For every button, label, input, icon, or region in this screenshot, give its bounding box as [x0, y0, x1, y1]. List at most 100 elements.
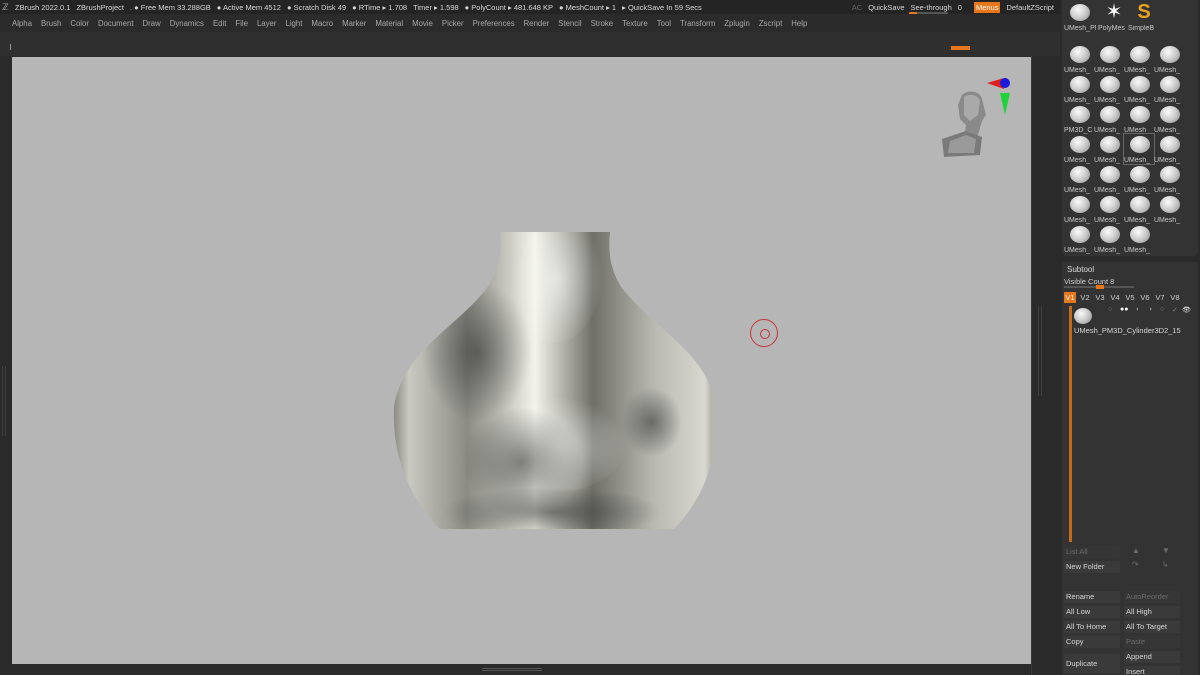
blend-icon[interactable]: ◑: [1148, 306, 1152, 313]
subtool-title[interactable]: Subtool: [1067, 265, 1094, 274]
shelf-handle[interactable]: [951, 46, 970, 50]
visible-count-knob[interactable]: [1096, 285, 1104, 289]
library-tile[interactable]: UMesh_: [1094, 74, 1124, 104]
lock-icon[interactable]: ○: [1160, 306, 1164, 313]
library-tile[interactable]: UMesh_: [1094, 224, 1124, 254]
vase-mesh[interactable]: [382, 232, 712, 532]
menu-document[interactable]: Document: [98, 19, 134, 28]
library-tile[interactable]: UMesh_: [1124, 104, 1154, 134]
bottom-tray-handle[interactable]: [482, 668, 542, 671]
library-tile[interactable]: UMesh_: [1154, 134, 1184, 164]
default-zscript[interactable]: DefaultZScript: [1006, 3, 1054, 12]
menu-draw[interactable]: Draw: [143, 19, 161, 28]
menu-zplugin[interactable]: Zplugin: [724, 19, 750, 28]
version-v7[interactable]: V7: [1154, 292, 1166, 303]
library-tile[interactable]: UMesh_PM3D_C: [1064, 2, 1096, 32]
paste-button[interactable]: Paste: [1124, 636, 1180, 648]
duplicate-button[interactable]: Duplicate: [1064, 654, 1120, 673]
version-v6[interactable]: V6: [1139, 292, 1151, 303]
arrow-redo-icon[interactable]: ↷: [1132, 560, 1139, 569]
library-tile[interactable]: UMesh_: [1064, 134, 1094, 164]
all-to-target-button[interactable]: All To Target: [1124, 621, 1180, 633]
all-to-home-button[interactable]: All To Home: [1064, 621, 1120, 633]
library-tile[interactable]: UMesh_: [1064, 44, 1094, 74]
menu-stencil[interactable]: Stencil: [558, 19, 581, 28]
see-through-slider[interactable]: See-through: [908, 3, 952, 15]
library-tile[interactable]: UMesh_: [1124, 74, 1154, 104]
menu-picker[interactable]: Picker: [442, 19, 464, 28]
insert-button[interactable]: Insert: [1124, 666, 1180, 675]
version-v4[interactable]: V4: [1109, 292, 1121, 303]
library-tile[interactable]: UMesh_: [1064, 194, 1094, 224]
library-tile[interactable]: UMesh_: [1094, 44, 1124, 74]
menu-help[interactable]: Help: [791, 19, 807, 28]
all-low-button[interactable]: All Low: [1064, 606, 1120, 618]
menu-transform[interactable]: Transform: [680, 19, 715, 28]
library-tile[interactable]: UMesh_: [1124, 44, 1154, 74]
menu-macro[interactable]: Macro: [311, 19, 333, 28]
append-button[interactable]: Append: [1124, 651, 1180, 663]
menu-stroke[interactable]: Stroke: [591, 19, 614, 28]
navigation-gizmo-icon[interactable]: [942, 75, 1017, 160]
version-v5[interactable]: V5: [1124, 292, 1136, 303]
menu-brush[interactable]: Brush: [41, 19, 61, 28]
library-tile[interactable]: UMesh_: [1154, 104, 1184, 134]
menu-alpha[interactable]: Alpha: [12, 19, 32, 28]
library-tile[interactable]: UMesh_: [1094, 134, 1124, 164]
version-v3[interactable]: V3: [1094, 292, 1106, 303]
eye-icon[interactable]: 👁: [1182, 306, 1191, 314]
library-tile[interactable]: ✶ PolyMes: [1098, 2, 1128, 32]
version-v8[interactable]: V8: [1169, 292, 1181, 303]
menu-file[interactable]: File: [235, 19, 248, 28]
subtool-list-scrollbar[interactable]: [1069, 306, 1072, 542]
menu-material[interactable]: Material: [375, 19, 403, 28]
arrow-up-icon[interactable]: ▲: [1132, 546, 1140, 555]
document-canvas[interactable]: [12, 57, 1031, 664]
menu-color[interactable]: Color: [70, 19, 89, 28]
arrow-down-icon[interactable]: ▼: [1162, 546, 1170, 555]
menu-marker[interactable]: Marker: [342, 19, 366, 28]
arrow-into-icon[interactable]: ↳: [1162, 560, 1169, 569]
menu-preferences[interactable]: Preferences: [473, 19, 515, 28]
library-tile[interactable]: S SimpleB: [1128, 2, 1158, 32]
library-tile[interactable]: UMesh_: [1064, 74, 1094, 104]
rename-button[interactable]: Rename: [1064, 591, 1120, 603]
menus-toggle[interactable]: Menus: [973, 1, 1001, 13]
copy-button[interactable]: Copy: [1064, 636, 1120, 648]
menu-render[interactable]: Render: [524, 19, 550, 28]
menu-texture[interactable]: Texture: [622, 19, 648, 28]
library-tile[interactable]: UMesh_: [1124, 224, 1154, 254]
menu-edit[interactable]: Edit: [213, 19, 226, 28]
library-tile[interactable]: UMesh_: [1064, 224, 1094, 254]
version-v1[interactable]: V1: [1064, 292, 1076, 303]
menu-light[interactable]: Light: [285, 19, 302, 28]
all-high-button[interactable]: All High: [1124, 606, 1180, 618]
menu-dynamics[interactable]: Dynamics: [170, 19, 204, 28]
brush-icon[interactable]: ✓: [1172, 306, 1178, 314]
ac-button[interactable]: AC: [852, 3, 862, 12]
library-tile[interactable]: UMesh_: [1094, 104, 1124, 134]
library-tile[interactable]: UMesh_: [1154, 44, 1184, 74]
library-tile[interactable]: UMesh_: [1123, 133, 1155, 165]
polypaint-icon[interactable]: ●●: [1120, 306, 1128, 313]
new-folder-button[interactable]: New Folder: [1064, 561, 1120, 573]
folder-icon[interactable]: ○: [1108, 306, 1112, 313]
menu-movie[interactable]: Movie: [412, 19, 433, 28]
subtool-item[interactable]: UMesh_PM3D_Cylinder3D2_15 ○ ●● ◐ ◑ ○ ✓ 👁: [1064, 306, 1196, 336]
dynamics-icon[interactable]: ◐: [1136, 306, 1140, 313]
menu-tool[interactable]: Tool: [657, 19, 671, 28]
library-tile[interactable]: UMesh_: [1124, 164, 1154, 194]
library-tile[interactable]: UMesh_: [1124, 194, 1154, 224]
library-tile[interactable]: PM3D_C: [1064, 104, 1094, 134]
menu-zscript[interactable]: Zscript: [759, 19, 782, 28]
version-v2[interactable]: V2: [1079, 292, 1091, 303]
library-tile[interactable]: UMesh_: [1154, 194, 1184, 224]
left-tray-handle[interactable]: [2, 366, 6, 436]
library-tile[interactable]: UMesh_: [1064, 164, 1094, 194]
quicksave-button[interactable]: QuickSave: [868, 3, 904, 12]
visible-count-slider[interactable]: [1064, 285, 1134, 289]
library-tile[interactable]: UMesh_: [1094, 194, 1124, 224]
autoreorder-button[interactable]: AutoReorder: [1124, 591, 1180, 603]
library-tile[interactable]: UMesh_: [1154, 164, 1184, 194]
library-tile[interactable]: UMesh_: [1094, 164, 1124, 194]
